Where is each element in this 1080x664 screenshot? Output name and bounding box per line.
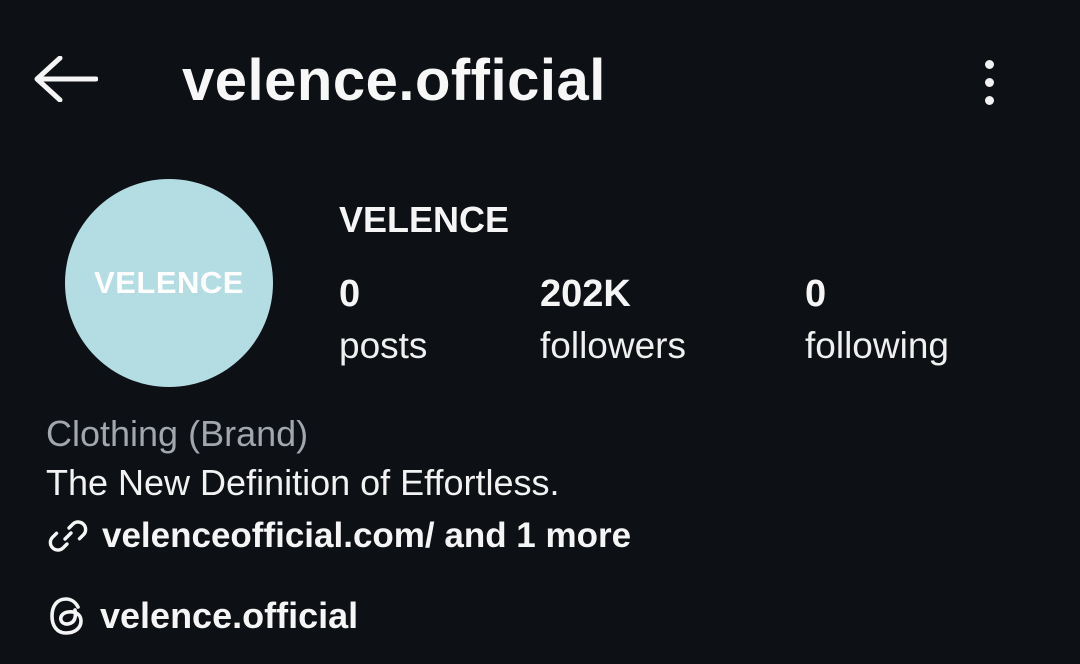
profile-page: velence.official VELENCE VELENCE 0 posts…: [0, 0, 1080, 664]
more-vertical-icon-dot: [984, 95, 994, 105]
more-options-button[interactable]: [968, 54, 1010, 110]
followers-label: followers: [540, 325, 686, 366]
profile-category: Clothing (Brand): [46, 413, 309, 454]
posts-label: posts: [339, 325, 428, 366]
website-link[interactable]: velenceofficial.com/ and 1 more: [46, 512, 631, 560]
more-vertical-icon: [984, 59, 994, 69]
following-stat[interactable]: 0 following: [805, 270, 949, 372]
posts-stat[interactable]: 0 posts: [339, 270, 427, 372]
threads-icon: [46, 594, 88, 638]
back-button[interactable]: [32, 54, 104, 108]
avatar-logo: VELENCE: [94, 265, 244, 300]
threads-handle[interactable]: velence.official: [100, 595, 358, 637]
more-vertical-icon-dot: [984, 77, 994, 87]
followers-count: 202K: [540, 273, 631, 315]
bio-text: The New Definition of Effortless.: [46, 462, 560, 503]
website-link-text[interactable]: velenceofficial.com/ and 1 more: [102, 516, 631, 556]
following-count: 0: [805, 273, 827, 315]
posts-count: 0: [339, 273, 361, 315]
following-label: following: [805, 325, 949, 366]
display-name: VELENCE: [339, 199, 510, 240]
followers-stat[interactable]: 202K followers: [540, 270, 686, 372]
page-title: velence.official: [182, 48, 606, 113]
threads-link[interactable]: velence.official: [46, 592, 358, 640]
link-icon: [46, 514, 90, 558]
avatar[interactable]: VELENCE: [65, 179, 273, 387]
arrow-left-icon: [32, 55, 99, 107]
